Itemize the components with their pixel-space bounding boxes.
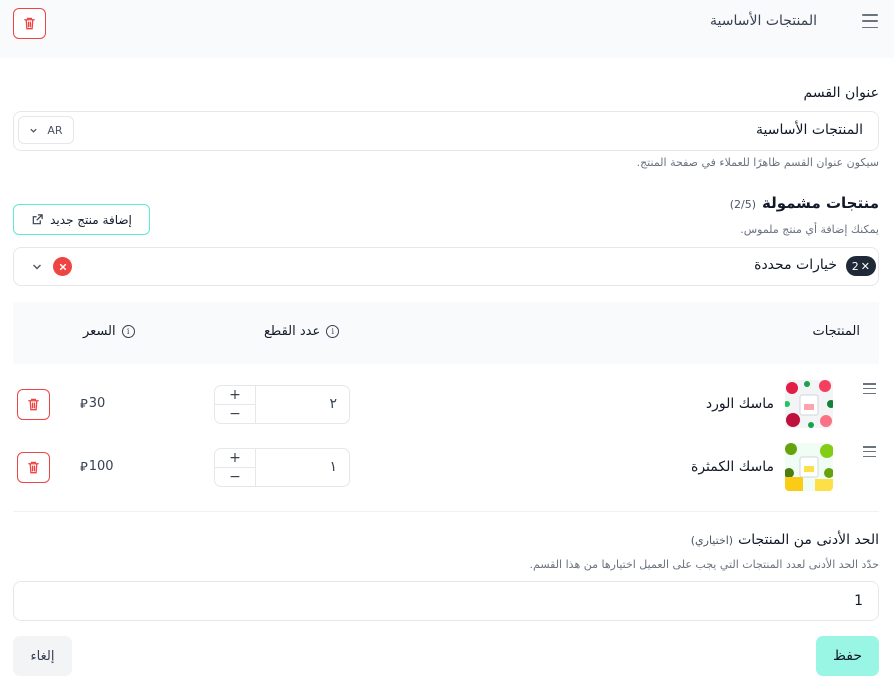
products-table-header: المنتجات i عدد القطع i السعر [13,302,879,364]
drag-handle-icon[interactable] [862,14,878,28]
chevron-down-icon[interactable] [32,262,42,272]
quantity-stepper[interactable]: + − ٢ [214,385,350,424]
minimum-products-input[interactable]: 1 [13,581,879,621]
currency-icon: ⃁ [80,460,88,475]
increment-button[interactable]: + [215,386,255,405]
chevron-down-icon [30,128,38,133]
quantity-value[interactable]: ٢ [329,396,337,412]
selected-count-chip[interactable]: 2 ✕ [845,256,876,276]
column-quantity-label: عدد القطع [264,324,321,339]
column-price-label: السعر [83,324,116,339]
price-value: 100 [88,459,114,474]
info-icon[interactable]: i [121,325,135,338]
product-name: ماسك الورد [705,396,774,412]
remove-product-button[interactable] [17,389,50,420]
minimum-products-label: الحد الأدنى من المنتجات [738,532,879,548]
price-value: 30 [88,396,106,411]
column-price: i السعر [83,324,135,339]
column-quantity: i عدد القطع [264,324,340,339]
language-code: AR [47,123,63,137]
minimum-products-help: حدّد الحد الأدنى لعدد المنتجات التي يجب … [529,558,879,571]
product-name: ماسك الكمثرة [690,459,774,475]
decrement-button[interactable]: − [215,468,255,487]
drag-handle-icon[interactable] [863,446,876,457]
clear-selection-button[interactable] [53,257,72,276]
add-new-product-label: إضافة منتج جديد [50,212,132,227]
product-multiselect[interactable] [13,247,879,286]
product-price: ⃁ 100 [80,458,114,475]
section-title-input[interactable]: AR المنتجات الأساسية [13,111,879,151]
close-icon [59,263,66,270]
section-title-label: عنوان القسم [803,85,879,101]
included-products-count: (2/5) [729,198,756,211]
quantity-stepper[interactable]: + − ١ [214,448,350,487]
included-products-help: يمكنك إضافة أي منتج ملموس. [740,223,879,236]
column-products-label: المنتجات [812,324,860,339]
close-icon[interactable]: ✕ [861,260,870,273]
column-products: المنتجات [812,324,860,339]
section-title-value: المنتجات الأساسية [756,122,863,138]
divider [13,511,879,512]
trash-icon [28,461,39,474]
included-products-label: منتجات مشمولة [761,194,879,212]
trash-icon [24,17,35,30]
info-icon[interactable]: i [326,325,340,338]
included-products-heading: منتجات مشمولة (2/5) [730,194,879,212]
external-link-icon [32,214,43,225]
section-title-help: سيكون عنوان القسم ظاهرًا للعملاء في صفحة… [636,156,879,169]
minimum-products-heading: الحد الأدنى من المنتجات (اختياري) [691,532,879,548]
remove-product-button[interactable] [17,452,50,483]
product-price: ⃁ 30 [80,395,105,412]
quantity-value[interactable]: ١ [329,459,337,475]
minimum-products-value: 1 [854,593,863,609]
currency-icon: ⃁ [80,397,88,412]
decrement-button[interactable]: − [215,405,255,424]
selected-options-label: خيارات محددة [754,257,837,273]
save-button[interactable]: حفظ [816,636,879,676]
trash-icon [28,398,39,411]
language-select[interactable]: AR [18,116,74,144]
increment-button[interactable]: + [215,449,255,468]
drag-handle-icon[interactable] [863,383,876,394]
product-image [785,443,833,491]
add-new-product-button[interactable]: إضافة منتج جديد [13,204,150,235]
cancel-button[interactable]: إلغاء [13,636,72,676]
product-image [785,380,833,428]
minimum-optional-tag: (اختياري) [690,534,734,547]
selected-count: 2 [851,259,859,273]
delete-section-button[interactable] [13,8,46,39]
section-header: المنتجات الأساسية [0,0,894,58]
section-header-title: المنتجات الأساسية [710,13,817,29]
